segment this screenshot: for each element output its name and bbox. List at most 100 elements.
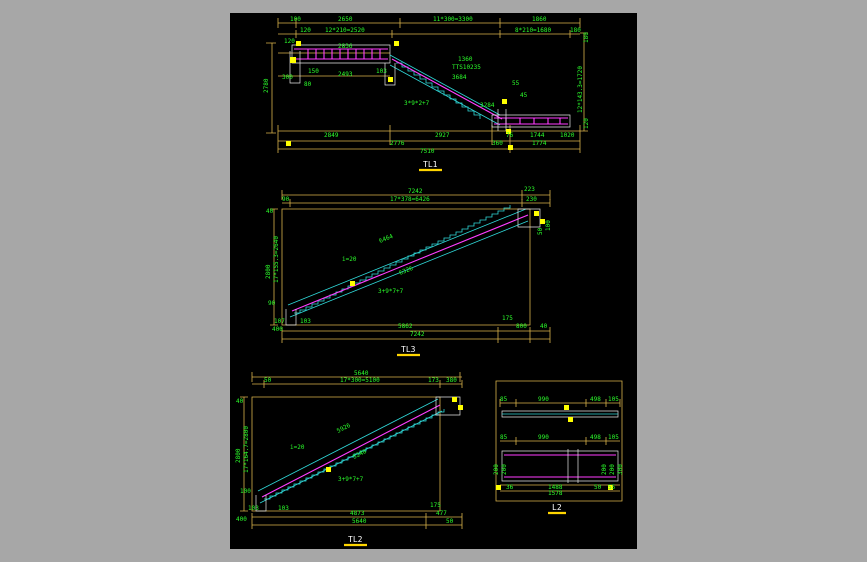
section-marker: [496, 485, 501, 490]
drawing-title-tl2[interactable]: TL2: [348, 535, 363, 544]
dim-text: 5640: [352, 518, 367, 525]
dim-text: 100: [545, 220, 552, 231]
dim-text: 150: [308, 68, 319, 75]
drawing-canvas: 100 2650 11*300=3300 1860 120 12*210=252…: [235, 16, 624, 547]
dim-text: 2800: [265, 264, 272, 279]
cad-viewer: 100 2650 11*300=3300 1860 120 12*210=252…: [0, 0, 867, 562]
dim-text: 2836: [338, 43, 353, 50]
dim-text: 300: [617, 464, 624, 475]
dim-text: 7242: [408, 188, 423, 195]
dim-text: 90: [268, 300, 276, 307]
dim-text: 120: [284, 38, 295, 45]
dim-text: 990: [538, 396, 549, 403]
dim-text: 8*210=1680: [515, 27, 552, 34]
dim-text: 50: [446, 518, 454, 525]
dim-text: i=20: [342, 256, 357, 263]
dim-text: 4873: [350, 510, 365, 517]
dim-text: 45: [520, 92, 528, 99]
dim-text: 5926: [336, 422, 352, 435]
dim-text: 1774: [532, 140, 547, 147]
dim-text: 55: [608, 484, 616, 491]
dim-text: 360: [492, 140, 503, 147]
drawing-title-tl1[interactable]: TL1: [423, 160, 438, 169]
dim-text: 50: [594, 484, 602, 491]
dim-text: 200: [601, 464, 608, 475]
section-marker: [326, 467, 331, 472]
dim-text: 36: [506, 484, 514, 491]
dim-text: 800: [516, 323, 527, 330]
dim-text: 1360: [458, 56, 473, 63]
dim-text: 11*300=3300: [433, 16, 473, 23]
drawing-l2: 85 990 498 105 85 990 498 105 200 200 20…: [493, 380, 624, 515]
dim-text: 3684: [452, 74, 467, 81]
section-marker: [350, 281, 355, 286]
dim-text: 180: [583, 32, 590, 43]
dim-text: 2776: [390, 140, 405, 147]
dim-text: 990: [538, 434, 549, 441]
dim-text: 85: [500, 396, 508, 403]
dim-text: 107: [274, 318, 285, 325]
dim-text: 12*143.3=1720: [577, 66, 584, 113]
dim-text: 17*164.7=2800: [243, 426, 250, 473]
drawing-title-l2[interactable]: L2: [552, 503, 562, 512]
section-marker: [286, 141, 291, 146]
section-marker: [568, 417, 573, 422]
dim-text: 40: [540, 323, 548, 330]
section-marker: [458, 405, 463, 410]
dim-text: 2800: [235, 448, 242, 463]
dim-text: 55: [512, 80, 520, 87]
dim-text: 1578: [548, 490, 563, 497]
dim-text: 173: [428, 377, 439, 384]
section-marker: [564, 405, 569, 410]
drawing-sheet[interactable]: 100 2650 11*300=3300 1860 120 12*210=252…: [230, 13, 637, 549]
section-marker: [394, 41, 399, 46]
dim-text: 17*155.3=2640: [273, 236, 280, 283]
dim-text: 223: [524, 186, 535, 193]
section-marker: [296, 41, 301, 46]
dim-text: 103: [278, 505, 289, 512]
dim-text: 40: [266, 208, 274, 215]
dim-text: 50: [264, 377, 272, 384]
dim-text: 380: [446, 377, 457, 384]
dim-text: 175: [430, 502, 441, 509]
dim-text: 12*210=2520: [325, 27, 365, 34]
drawing-tl2: 5640 173 380 50 17*300=5100 40 2800 17*1…: [235, 370, 463, 547]
dim-text: 200: [501, 464, 508, 475]
dim-text: 498: [590, 396, 601, 403]
dim-text: 3+9*7+7: [378, 288, 404, 295]
dim-text: 400: [236, 516, 247, 523]
dim-text: 3+9*7+7: [338, 476, 364, 483]
drawing-tl3: 7242 223 90 17*378=6426 230 40 2800 17*1…: [265, 186, 552, 357]
dim-text: 17*378=6426: [390, 196, 430, 203]
dim-text: 85: [500, 434, 508, 441]
dim-text: 7242: [410, 331, 425, 338]
dim-text: 5862: [398, 323, 413, 330]
dim-text: 477: [436, 510, 447, 517]
dim-text: 2780: [263, 78, 270, 93]
dim-text: 5640: [354, 370, 369, 377]
dim-text: 103: [376, 68, 387, 75]
dim-text: 3*9*2+7: [404, 100, 430, 107]
dim-text: 2650: [338, 16, 353, 23]
dim-text: 3284: [480, 102, 495, 109]
dim-text: 200: [493, 464, 500, 475]
dim-text: 1020: [560, 132, 575, 139]
section-marker: [452, 397, 457, 402]
dim-text: 40: [236, 398, 244, 405]
dim-text: i=20: [290, 444, 305, 451]
section-marker: [290, 57, 296, 63]
dim-text: 200: [609, 464, 616, 475]
section-marker: [502, 99, 507, 104]
drawing-title-tl3[interactable]: TL3: [401, 345, 416, 354]
dim-text: 7510: [420, 148, 435, 155]
dim-text: 105: [608, 434, 619, 441]
dim-text: 498: [590, 434, 601, 441]
dim-text: 1860: [532, 16, 547, 23]
dim-text: 100: [290, 16, 301, 23]
dim-text: 76: [506, 132, 514, 139]
dim-text: TTS10235: [452, 64, 481, 71]
dim-text: 100: [240, 488, 251, 495]
dim-text: 103: [248, 505, 259, 512]
dim-text: 1744: [530, 132, 545, 139]
dim-text: 50: [537, 227, 544, 235]
